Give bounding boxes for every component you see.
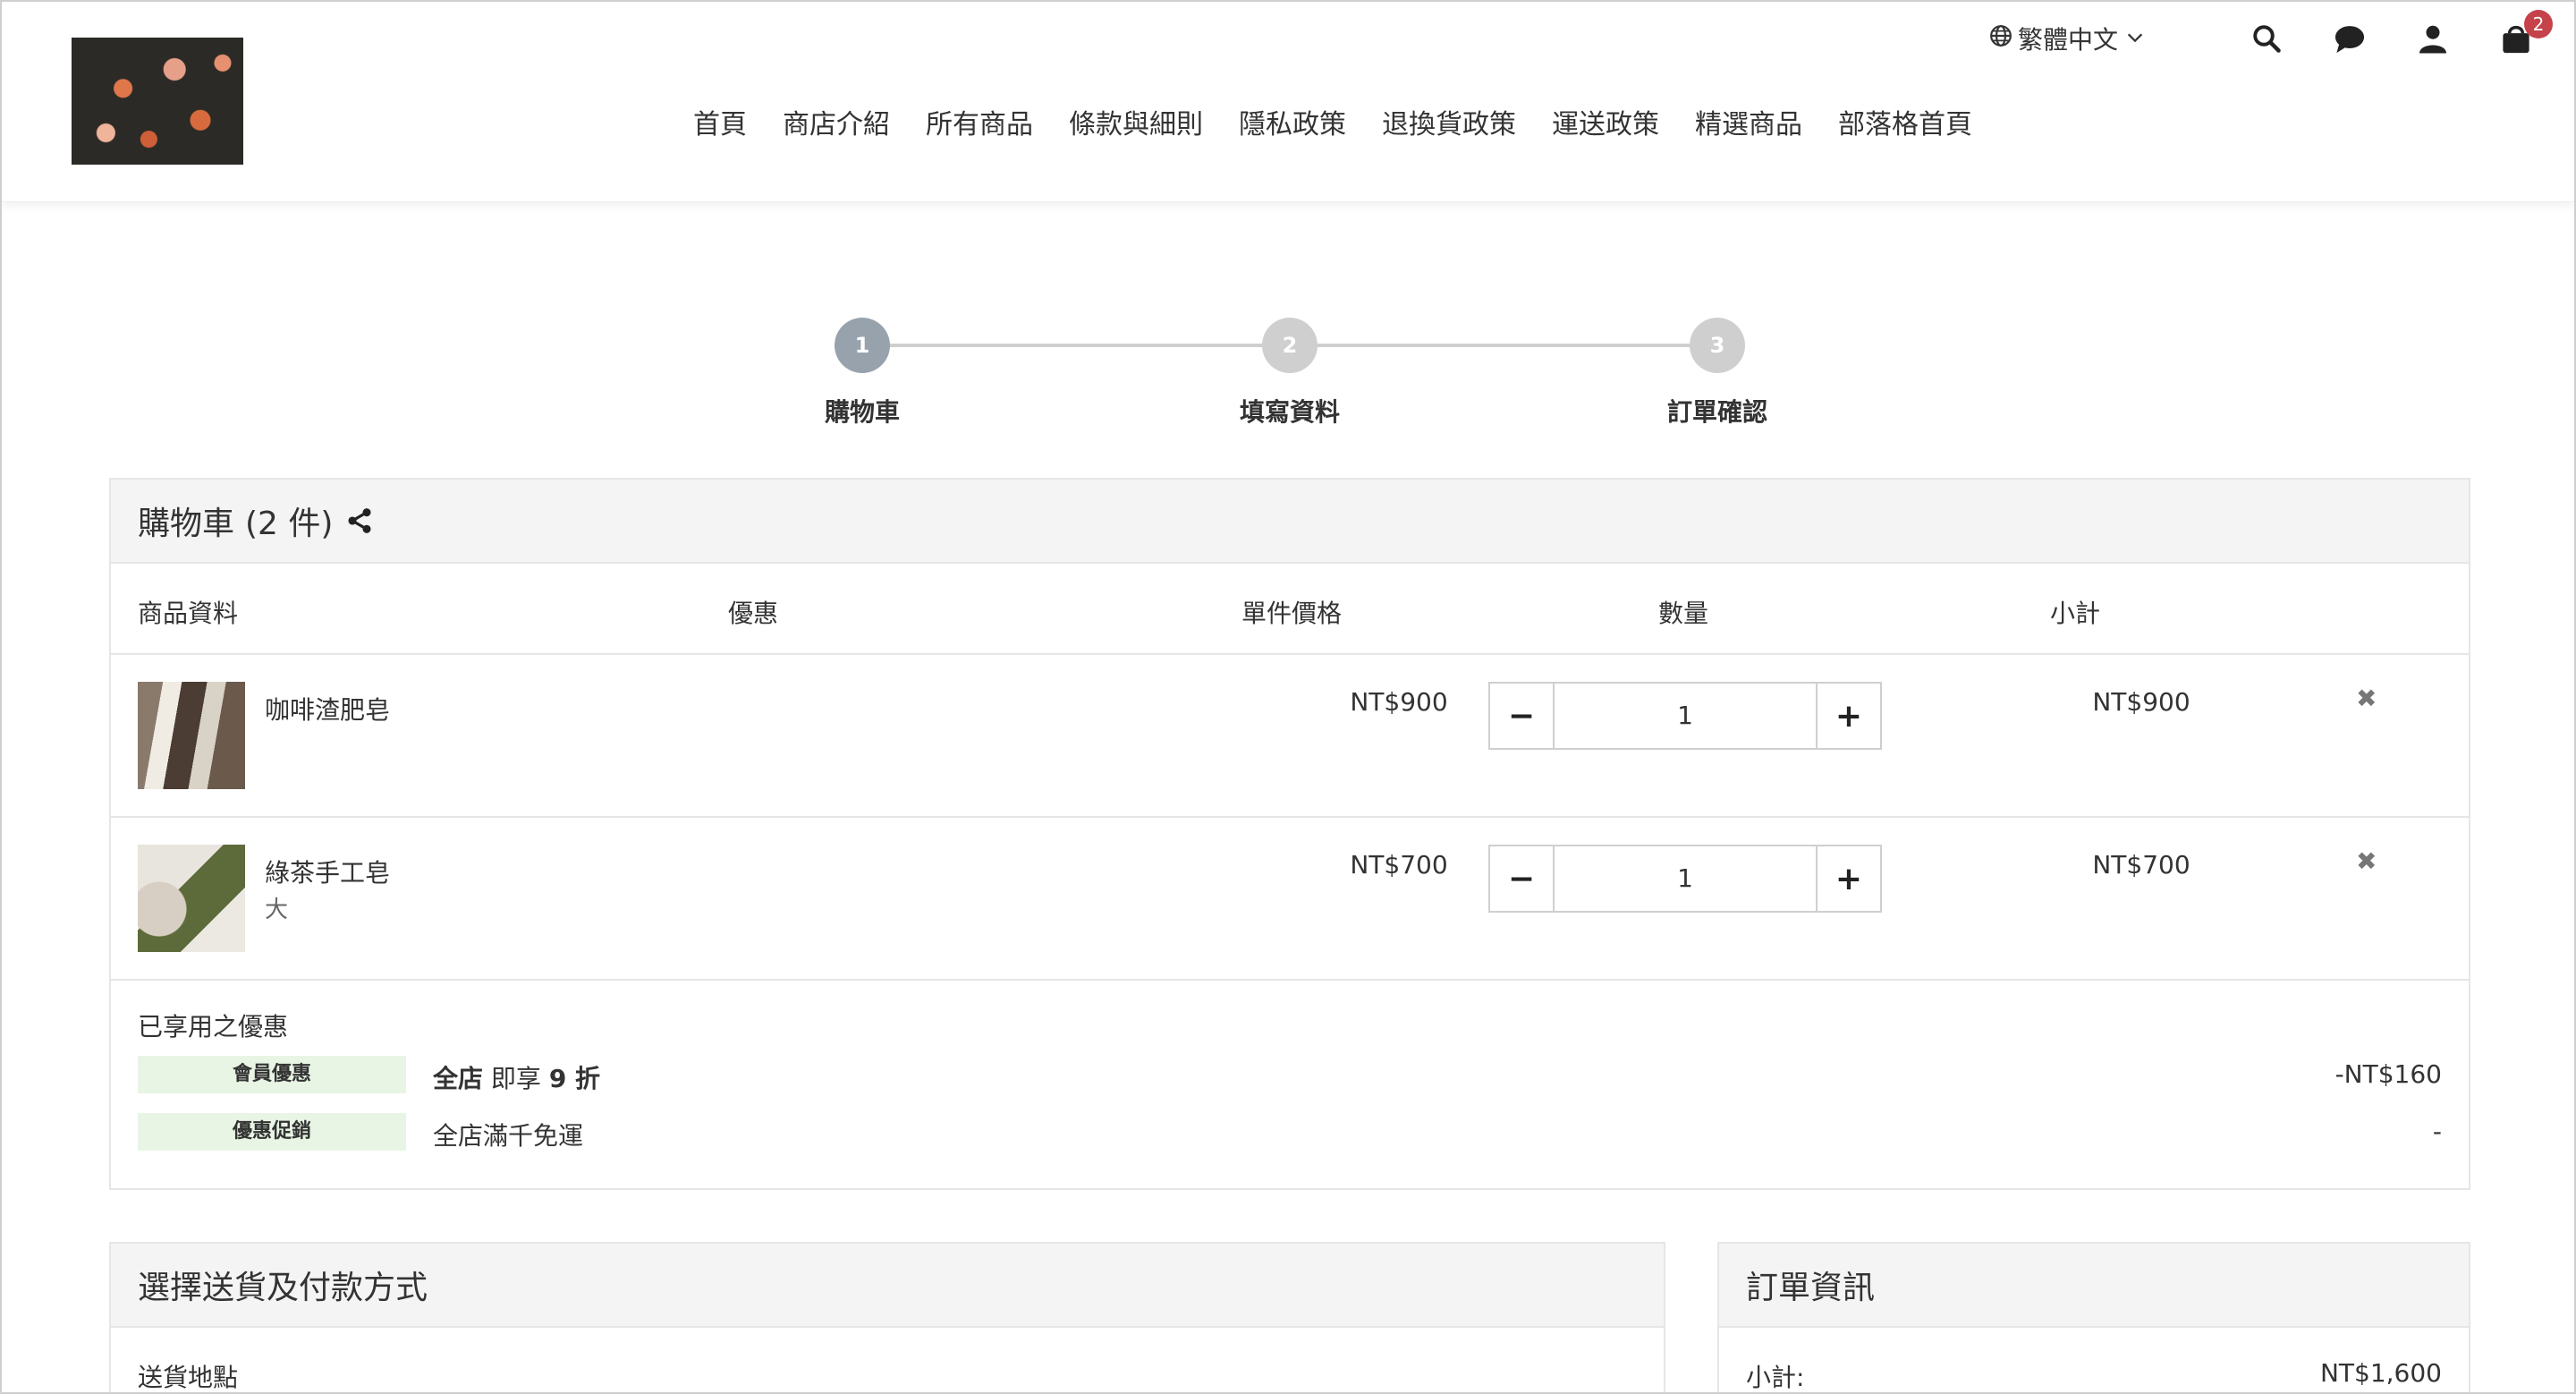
order-subtotal-label: 小計: [1746,1363,1805,1392]
cart-count-badge: 2 [2524,10,2553,38]
cart-panel: 購物車 (2 件) 商品資料 優惠 單件價格 數量 小計 咖啡渣肥皂 NT$90… [109,478,2470,1190]
column-unit-price: 單件價格 [1241,599,1343,628]
order-info-panel: 訂單資訊 小計: NT$1,600 [1717,1242,2470,1392]
step-number: 1 [835,318,890,373]
increase-quantity-button[interactable]: + [1816,684,1880,748]
remove-item-icon[interactable]: ✖ [2356,846,2377,876]
product-name[interactable]: 咖啡渣肥皂 [265,691,390,727]
promotion-connector: 即享 [483,1064,549,1093]
cart-header: 購物車 (2 件) [111,480,2469,564]
shipping-payment-panel: 選擇送貨及付款方式 送貨地點 [109,1242,1665,1392]
nav-item-returns[interactable]: 退換貨政策 [1382,102,1516,141]
promotions-title: 已享用之優惠 [138,1012,289,1041]
product-name[interactable]: 綠茶手工皂 [265,854,390,889]
column-quantity: 數量 [1658,599,1709,628]
promotion-tag: 會員優惠 [138,1056,406,1093]
user-icon[interactable] [2417,22,2449,55]
promotion-tag: 優惠促銷 [138,1113,406,1151]
language-label: 繁體中文 [2017,25,2118,55]
cart-count: (2 件) [245,506,334,542]
quantity-stepper: − 1 + [1488,845,1882,913]
product-thumbnail[interactable] [138,845,245,952]
step-label: 填寫資料 [1239,397,1340,427]
step-cart: 1 購物車 [773,315,952,429]
step-confirm: 3 訂單確認 [1628,315,1807,429]
quantity-input[interactable]: 1 [1555,684,1816,748]
promotion-description: 全店滿千免運 [433,1121,584,1151]
share-icon[interactable] [345,506,374,535]
promotion-amount: - [2432,1117,2442,1146]
nav-item-about[interactable]: 商店介紹 [783,102,890,141]
promotion-amount: -NT$160 [2334,1059,2442,1089]
cart-columns-header: 商品資料 優惠 單件價格 數量 小計 [111,564,2469,655]
promotion-discount: 9 折 [548,1064,601,1093]
product-thumbnail[interactable] [138,682,245,789]
column-subtotal: 小計 [2050,599,2101,628]
nav-item-all-products[interactable]: 所有商品 [926,102,1033,141]
step-label: 訂單確認 [1666,397,1767,427]
globe-icon [1989,24,2012,54]
cart-title: 購物車 [138,506,235,542]
decrease-quantity-button[interactable]: − [1490,684,1555,748]
chat-icon[interactable] [2333,22,2367,55]
nav-item-terms[interactable]: 條款與細則 [1069,102,1203,141]
promotion-line: 優惠促銷 全店滿千免運 - [138,1104,2442,1158]
checkout-steps: 1 購物車 2 填寫資料 3 訂單確認 [2,315,2574,431]
nav-item-shipping[interactable]: 運送政策 [1552,102,1659,141]
store-logo[interactable] [72,38,243,165]
page: 繁體中文 2 首頁 商店介紹 所有商品 條款與細則 隱私政策 退換貨政策 運送政… [0,0,2576,1394]
promotion-scope: 全店 [433,1064,484,1093]
nav-item-featured[interactable]: 精選商品 [1695,102,1802,141]
quantity-stepper: − 1 + [1488,682,1882,750]
order-subtotal-value: NT$1,600 [2319,1358,2442,1388]
step-number: 2 [1262,318,1318,373]
nav-item-privacy[interactable]: 隱私政策 [1239,102,1346,141]
quantity-input[interactable]: 1 [1555,846,1816,911]
shipping-payment-title: 選擇送貨及付款方式 [111,1244,1664,1328]
column-product: 商品資料 [138,599,239,628]
step-number: 3 [1690,318,1745,373]
item-subtotal: NT$700 [2092,850,2190,880]
product-variant: 大 [265,897,289,923]
applied-promotions: 已享用之優惠 會員優惠 全店 即享 9 折 -NT$160 優惠促銷 全店滿千免… [111,981,2469,1188]
step-fill-info: 2 填寫資料 [1200,315,1379,429]
site-header: 繁體中文 2 首頁 商店介紹 所有商品 條款與細則 隱私政策 退換貨政策 運送政… [2,2,2574,202]
promotion-line: 會員優惠 全店 即享 9 折 -NT$160 [138,1047,2442,1101]
cart-icon[interactable]: 2 [2499,10,2553,55]
decrease-quantity-button[interactable]: − [1490,846,1555,911]
cart-item-row: 咖啡渣肥皂 NT$900 − 1 + NT$900 ✖ [111,655,2469,818]
nav-item-home[interactable]: 首頁 [693,102,747,141]
step-label: 購物車 [824,397,900,427]
main-nav: 首頁 商店介紹 所有商品 條款與細則 隱私政策 退換貨政策 運送政策 精選商品 … [2,102,2574,141]
language-selector[interactable]: 繁體中文 [1989,21,2145,56]
order-info-title: 訂單資訊 [1719,1244,2469,1328]
nav-item-blog[interactable]: 部落格首頁 [1838,102,1972,141]
column-discount: 優惠 [728,599,779,628]
remove-item-icon[interactable]: ✖ [2356,684,2377,713]
search-icon[interactable] [2250,22,2283,55]
item-subtotal: NT$900 [2092,687,2190,717]
shipping-address-label: 送貨地點 [138,1363,239,1392]
increase-quantity-button[interactable]: + [1816,846,1880,911]
promotion-description: 全店 即享 9 折 [433,1059,600,1095]
header-utilities: 繁體中文 2 [1989,10,2553,57]
cart-item-row: 綠茶手工皂 大 NT$700 − 1 + NT$700 ✖ [111,818,2469,981]
chevron-down-icon [2125,24,2145,54]
